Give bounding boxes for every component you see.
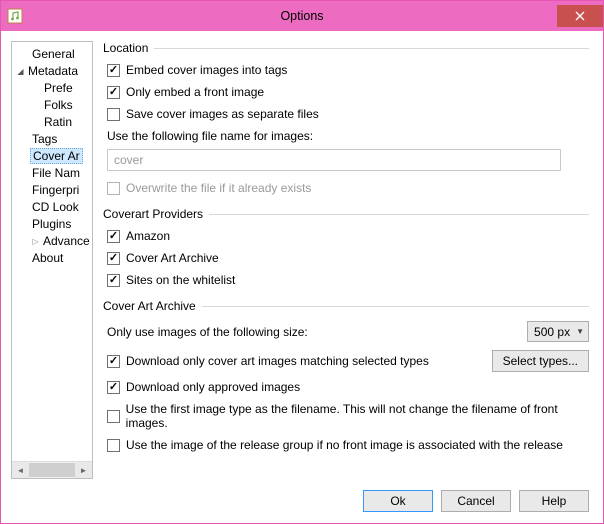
- tree-item[interactable]: Fingerpri: [12, 182, 92, 199]
- dialog-footer: Ok Cancel Help: [1, 479, 603, 523]
- scroll-left-icon[interactable]: ◄: [12, 462, 29, 478]
- dialog-body: General Metadata Prefe Folks Ratin Tags Cover …: [1, 31, 603, 479]
- filename-label: Use the following file name for images:: [107, 129, 589, 143]
- checkbox-first-type-filename[interactable]: Use the first image type as the filename…: [107, 402, 589, 430]
- tree-hscrollbar[interactable]: ◄ ►: [12, 461, 92, 478]
- window-title: Options: [1, 9, 603, 23]
- nav-tree[interactable]: General Metadata Prefe Folks Ratin Tags Cover …: [12, 45, 92, 461]
- check-icon: [107, 182, 120, 195]
- checkbox-front-only[interactable]: Only embed a front image: [107, 85, 589, 99]
- check-icon: [107, 230, 120, 243]
- group-location: Location Embed cover images into tags On…: [103, 41, 589, 195]
- row-download-types: Download only cover art images matching …: [107, 350, 589, 372]
- expander-icon[interactable]: [15, 63, 26, 80]
- close-button[interactable]: [557, 5, 603, 27]
- check-icon: [107, 439, 120, 452]
- chevron-down-icon: ▼: [576, 327, 584, 336]
- titlebar: Options: [1, 1, 603, 31]
- checkbox-overwrite: Overwrite the file if it already exists: [107, 181, 589, 195]
- group-header-providers: Coverart Providers: [103, 207, 589, 221]
- nav-tree-panel: General Metadata Prefe Folks Ratin Tags Cover …: [11, 41, 93, 479]
- app-icon: [1, 1, 29, 31]
- group-title-location: Location: [103, 41, 154, 55]
- checkbox-whitelist[interactable]: Sites on the whitelist: [107, 273, 589, 287]
- checkbox-label: Use the image of the release group if no…: [126, 438, 563, 452]
- checkbox-label: Only embed a front image: [126, 85, 264, 99]
- size-label: Only use images of the following size:: [107, 325, 308, 339]
- tree-item[interactable]: General: [12, 46, 92, 63]
- tree-item[interactable]: Folks: [12, 97, 92, 114]
- tree-item-label: CD Look: [30, 200, 81, 214]
- group-title-providers: Coverart Providers: [103, 207, 209, 221]
- tree-item[interactable]: Plugins: [12, 216, 92, 233]
- tree-item[interactable]: CD Look: [12, 199, 92, 216]
- tree-item[interactable]: File Nam: [12, 165, 92, 182]
- expander-icon[interactable]: [30, 233, 41, 250]
- help-button[interactable]: Help: [519, 490, 589, 512]
- group-header-archive: Cover Art Archive: [103, 299, 589, 313]
- tree-item[interactable]: About: [12, 250, 92, 267]
- check-icon: [107, 86, 120, 99]
- ok-button[interactable]: Ok: [363, 490, 433, 512]
- checkbox-label: Download only cover art images matching …: [126, 354, 429, 368]
- checkbox-download-approved[interactable]: Download only approved images: [107, 380, 589, 394]
- check-icon: [107, 64, 120, 77]
- checkbox-save-separate[interactable]: Save cover images as separate files: [107, 107, 589, 121]
- watermark: APPNEE.COM: [11, 348, 16, 456]
- check-icon: [107, 274, 120, 287]
- size-select[interactable]: 500 px ▼: [527, 321, 589, 342]
- tree-item-label: Fingerpri: [30, 183, 81, 197]
- checkbox-label: Amazon: [126, 229, 170, 243]
- tree-item-label: Plugins: [30, 217, 73, 231]
- checkbox-label: Download only approved images: [126, 380, 300, 394]
- filename-input: [107, 149, 561, 171]
- tree-item-label: Prefe: [42, 81, 75, 95]
- check-icon: [107, 252, 120, 265]
- tree-item[interactable]: Ratin: [12, 114, 92, 131]
- tree-item-label: Advance: [41, 234, 92, 248]
- select-types-button[interactable]: Select types...: [492, 350, 589, 372]
- tree-item-label: File Nam: [30, 166, 82, 180]
- scroll-track[interactable]: [29, 462, 75, 478]
- tree-item[interactable]: Prefe: [12, 80, 92, 97]
- size-value: 500 px: [534, 325, 570, 339]
- checkbox-label: Sites on the whitelist: [126, 273, 235, 287]
- tree-item[interactable]: Cover Ar: [12, 148, 92, 165]
- scroll-thumb[interactable]: [29, 463, 75, 477]
- tree-item-label: Cover Ar: [30, 148, 83, 164]
- options-window: Options General Metadata Prefe Folks Ratin Ta…: [0, 0, 604, 524]
- cancel-button[interactable]: Cancel: [441, 490, 511, 512]
- checkbox-label: Cover Art Archive: [126, 251, 219, 265]
- tree-item[interactable]: Advance: [12, 233, 92, 250]
- checkbox-release-group[interactable]: Use the image of the release group if no…: [107, 438, 589, 452]
- checkbox-amazon[interactable]: Amazon: [107, 229, 589, 243]
- tree-item-label: Tags: [30, 132, 59, 146]
- check-icon: [107, 108, 120, 121]
- tree-item[interactable]: Tags: [12, 131, 92, 148]
- group-header-location: Location: [103, 41, 589, 55]
- group-archive: Cover Art Archive Only use images of the…: [103, 299, 589, 452]
- tree-item-label: General: [30, 47, 77, 61]
- group-title-archive: Cover Art Archive: [103, 299, 202, 313]
- check-icon: [107, 381, 120, 394]
- scroll-right-icon[interactable]: ►: [75, 462, 92, 478]
- checkbox-label: Use the first image type as the filename…: [126, 402, 589, 430]
- checkbox-label: Overwrite the file if it already exists: [126, 181, 311, 195]
- checkbox-embed[interactable]: Embed cover images into tags: [107, 63, 589, 77]
- checkbox-cover-art-archive[interactable]: Cover Art Archive: [107, 251, 589, 265]
- tree-item-label: Folks: [42, 98, 75, 112]
- checkbox-label: Embed cover images into tags: [126, 63, 287, 77]
- tree-item-label: About: [30, 251, 65, 265]
- check-icon: [107, 355, 120, 368]
- group-providers: Coverart Providers Amazon Cover Art Arch…: [103, 207, 589, 287]
- tree-item-label: Metadata: [26, 64, 80, 78]
- checkbox-download-types[interactable]: Download only cover art images matching …: [107, 354, 429, 368]
- tree-item-label: Ratin: [42, 115, 74, 129]
- tree-item[interactable]: Metadata: [12, 63, 92, 80]
- checkbox-label: Save cover images as separate files: [126, 107, 319, 121]
- row-size: Only use images of the following size: 5…: [107, 321, 589, 342]
- check-icon: [107, 410, 120, 423]
- content-panel: Location Embed cover images into tags On…: [103, 41, 593, 479]
